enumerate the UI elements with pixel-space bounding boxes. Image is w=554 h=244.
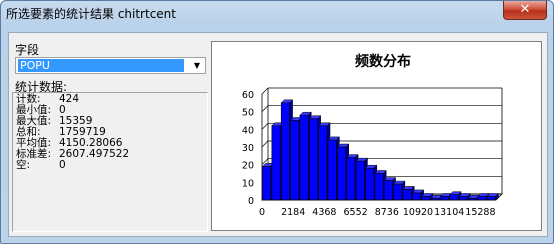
histogram-bar xyxy=(318,125,328,201)
field-dropdown[interactable]: POPU ▼ xyxy=(15,57,206,74)
window: 所选要素的统计结果 chitrtcent ✕ 字段 POPU ▼ 统计数据: 计… xyxy=(0,0,554,244)
window-title: 所选要素的统计结果 chitrtcent xyxy=(6,7,176,21)
histogram-bar xyxy=(309,118,318,201)
x-tick-label: 0 xyxy=(259,207,265,218)
histogram-bar xyxy=(355,160,365,201)
x-tick-label: 8736 xyxy=(375,207,399,218)
y-tick-label: 20 xyxy=(242,161,254,172)
histogram-chart: 频数分布01020304050600 2184 4368 6552 8736 10920 1… xyxy=(242,53,503,218)
histogram-bar xyxy=(299,114,309,201)
x-tick-label: 13104 xyxy=(434,207,464,218)
grid-diagonal xyxy=(261,140,269,148)
y-tick-label: 40 xyxy=(242,125,254,136)
y-tick-label: 10 xyxy=(242,178,254,189)
stat-row-stddev: 标准差: 2607.497522 xyxy=(16,148,130,160)
histogram-chart-panel: 频数分布 0 10 20 30 40 50 60 0 2184 4368 6552 8736 10920 1… xyxy=(211,41,542,231)
histogram-bar xyxy=(486,196,496,201)
histogram-bar xyxy=(262,166,272,201)
field-label: 字段 xyxy=(15,43,40,57)
field-selected-value: POPU xyxy=(18,59,184,72)
grid-diagonal xyxy=(261,123,269,130)
histogram-bar xyxy=(280,102,290,201)
histogram-bar xyxy=(290,120,300,201)
histogram-bar xyxy=(421,196,431,201)
dialog-client-area: 字段 POPU ▼ 统计数据: 计数: 424 最小值: 0 最大值: 15359 总… xyxy=(8,32,548,237)
x-tick-label: 10920 xyxy=(403,207,433,218)
histogram-bar xyxy=(271,125,281,201)
y-tick-label: 60 xyxy=(242,90,254,101)
y-tick-label: 0 xyxy=(248,196,254,207)
histogram-bar xyxy=(393,183,403,201)
stat-row-null: 空: 0 xyxy=(16,159,66,171)
histogram-bar xyxy=(346,157,356,201)
y-tick-label: 30 xyxy=(242,143,254,154)
grid-diagonal xyxy=(261,105,269,112)
x-tick-label: 15288 xyxy=(465,207,495,218)
x-tick-label: 2184 xyxy=(281,207,305,218)
histogram-bar xyxy=(411,192,421,201)
chart-title: 频数分布 xyxy=(355,53,411,70)
close-button[interactable]: ✕ xyxy=(503,1,547,20)
histogram-bar xyxy=(327,139,337,201)
stats-panel: 计数: 424 最小值: 0 最大值: 15359 总和: 1759719 平均值: 41… xyxy=(12,92,208,232)
y-tick-label: 50 xyxy=(242,108,254,119)
histogram-bar xyxy=(337,146,347,201)
chevron-down-icon[interactable]: ▼ xyxy=(190,59,204,72)
histogram-bar xyxy=(458,196,468,201)
histogram-bar xyxy=(440,196,449,201)
histogram-bar xyxy=(477,196,487,201)
title-bar[interactable]: 所选要素的统计结果 chitrtcent ✕ xyxy=(1,1,553,25)
histogram-bar xyxy=(374,173,384,201)
x-tick-label: 6552 xyxy=(344,207,368,218)
histogram-bar xyxy=(449,194,459,201)
histogram-bar xyxy=(402,189,412,201)
histogram-bar xyxy=(383,180,393,201)
x-tick-label: 4368 xyxy=(312,207,336,218)
histogram-bar xyxy=(365,167,375,201)
grid-diagonal xyxy=(261,87,269,95)
